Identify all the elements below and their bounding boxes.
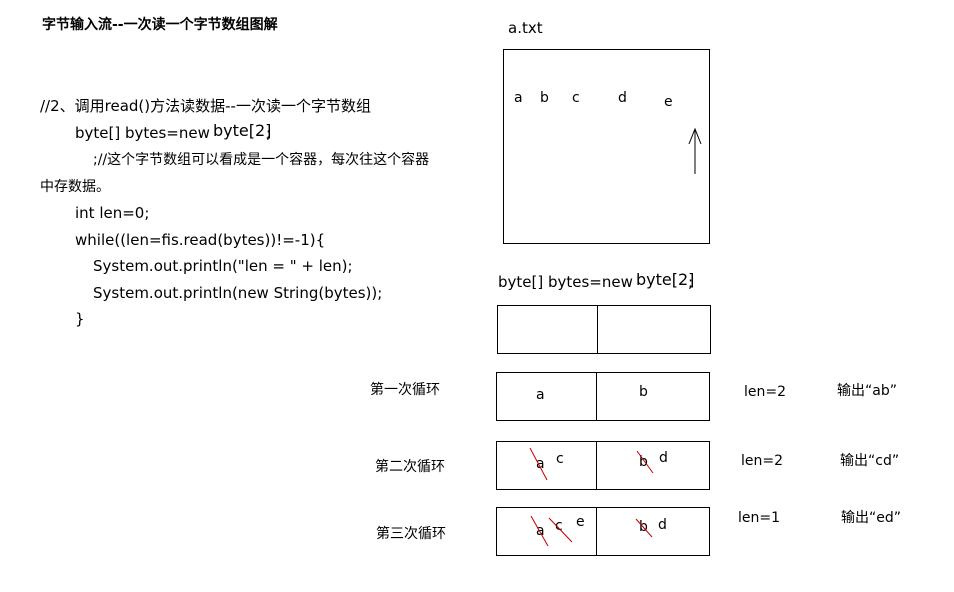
code-note-line1: ;//这个字节数组可以看成是一个容器，每次往这个容器 bbox=[93, 152, 430, 168]
loop-2-cell-2-previous: b bbox=[639, 454, 648, 470]
page-title: 字节输入流--一次读一个字节数组图解 bbox=[42, 17, 278, 33]
loop-3-label: 第三次循环 bbox=[376, 526, 446, 542]
array-decl: byte[] bytes=new bbox=[498, 273, 633, 291]
file-box bbox=[503, 49, 710, 244]
loop-3-cell-1-previous-2: c bbox=[555, 518, 563, 534]
loop-1-output: 输出“ab” bbox=[837, 383, 897, 399]
loop-2-cell-1-value: c bbox=[556, 451, 564, 467]
array-size: byte[2] bbox=[636, 270, 695, 289]
code-array-size: byte[2] bbox=[213, 121, 272, 140]
loop-1-cell-2-value: b bbox=[639, 384, 648, 400]
loop-2-array bbox=[496, 441, 710, 490]
loop-3-cell-1-previous-1: a bbox=[536, 523, 545, 539]
loop-2-output: 输出“cd” bbox=[840, 453, 900, 469]
loop-1-len: len=2 bbox=[744, 384, 787, 400]
loop-3-array bbox=[496, 507, 710, 556]
loop-1-label: 第一次循环 bbox=[370, 382, 440, 398]
loop-1-cell-1-value: a bbox=[536, 387, 545, 403]
code-semicolon: ; bbox=[266, 124, 272, 142]
file-name: a.txt bbox=[508, 19, 543, 37]
file-char-a: a bbox=[514, 90, 523, 106]
code-note-line2: 中存数据。 bbox=[40, 179, 110, 195]
code-while: while((len=fis.read(bytes))!=-1){ bbox=[75, 231, 326, 249]
file-char-b: b bbox=[540, 90, 549, 106]
code-println-string: System.out.println(new String(bytes)); bbox=[93, 284, 383, 302]
loop-3-cell-2-value: d bbox=[658, 517, 667, 533]
empty-array bbox=[497, 305, 711, 354]
loop-2-cell-2-value: d bbox=[659, 450, 668, 466]
file-char-d: d bbox=[618, 90, 627, 106]
loop-3-cell-divider bbox=[596, 508, 597, 555]
array-semicolon: ; bbox=[688, 273, 694, 291]
code-array-decl: byte[] bytes=new bbox=[75, 124, 210, 142]
loop-3-len: len=1 bbox=[738, 510, 781, 526]
loop-2-cell-divider bbox=[596, 442, 597, 489]
loop-1-cell-divider bbox=[596, 373, 597, 420]
loop-3-cell-1-value: e bbox=[576, 514, 585, 530]
file-char-c: c bbox=[572, 90, 580, 106]
loop-2-cell-1-previous: a bbox=[536, 456, 545, 472]
code-len-init: int len=0; bbox=[75, 204, 150, 222]
loop-2-label: 第二次循环 bbox=[375, 459, 445, 475]
loop-3-output: 输出“ed” bbox=[841, 510, 902, 526]
loop-1-array bbox=[496, 372, 710, 421]
code-close-brace: } bbox=[75, 310, 85, 328]
array-cell-divider bbox=[597, 306, 598, 353]
code-println-len: System.out.println("len = " + len); bbox=[93, 257, 353, 275]
loop-3-cell-2-previous: b bbox=[639, 519, 648, 535]
file-char-e: e bbox=[664, 94, 673, 110]
code-comment: //2、调用read()方法读数据--一次读一个字节数组 bbox=[40, 97, 371, 115]
loop-2-len: len=2 bbox=[741, 453, 784, 469]
